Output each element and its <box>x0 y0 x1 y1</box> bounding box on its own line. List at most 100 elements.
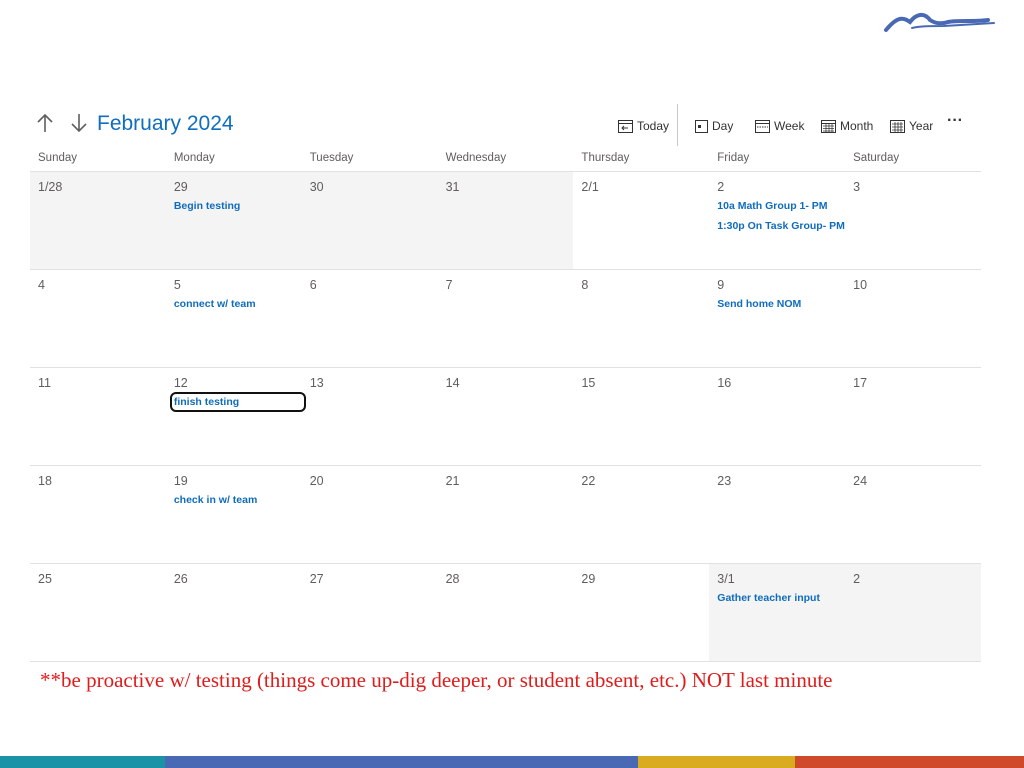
calendar-event[interactable]: Begin testing <box>174 200 302 212</box>
day-cell[interactable]: 18 <box>30 466 166 563</box>
day-cell[interactable]: 27 <box>302 564 438 661</box>
calendar-day-icon <box>695 120 708 133</box>
day-number: 7 <box>445 278 453 292</box>
today-label: Today <box>637 119 670 133</box>
day-cell[interactable]: 29 <box>573 564 709 661</box>
day-number: 31 <box>445 180 460 194</box>
day-of-week-monday: Monday <box>173 152 215 164</box>
month-grid: Sunday Monday Tuesday Wednesday Thursday Frid… <box>30 150 981 662</box>
day-cell[interactable]: 16 <box>709 368 845 465</box>
footer-segment-blue <box>165 756 638 768</box>
week-row: 1/28 29 Begin testing 30 31 2/1 2 10a Math Grou… <box>30 172 981 270</box>
day-number: 5 <box>173 278 181 292</box>
calendar-event[interactable]: connect w/ team <box>174 298 302 310</box>
day-number: 2/1 <box>581 180 599 194</box>
proactive-testing-note: **be proactive w/ testing (things come u… <box>40 668 833 692</box>
weeks-container: 1/28 29 Begin testing 30 31 2/1 2 10a Math Grou… <box>30 172 981 662</box>
today-button[interactable]: Today <box>618 114 669 138</box>
day-cell[interactable]: 3 <box>845 172 981 269</box>
day-cell[interactable]: 26 <box>166 564 302 661</box>
day-view-button[interactable]: Day <box>695 114 733 138</box>
day-cell[interactable]: 14 <box>438 368 574 465</box>
day-cell[interactable]: 4 <box>30 270 166 367</box>
day-number: 25 <box>38 572 52 586</box>
calendar-month-icon <box>821 120 836 133</box>
day-cell[interactable]: 7 <box>438 270 574 367</box>
day-cell[interactable]: 17 <box>845 368 981 465</box>
day-number: 16 <box>717 376 732 390</box>
day-cell[interactable]: 9 Send home NOM <box>709 270 845 367</box>
day-cell[interactable]: 10 <box>845 270 981 367</box>
day-number: 9 <box>717 278 725 292</box>
day-cell[interactable]: 29 Begin testing <box>165 172 302 269</box>
calendar-event[interactable]: 1:30p On Task Group- PM <box>717 220 845 232</box>
day-number: 12 <box>173 376 188 390</box>
day-cell[interactable]: 2 10a Math Group 1- PM 1:30p On Task Group… <box>709 172 845 269</box>
day-of-week-header: Sunday Monday Tuesday Wednesday Thursday Frid… <box>30 150 981 172</box>
month-view-button[interactable]: Month <box>821 114 873 138</box>
day-cell[interactable]: 19 check in w/ team <box>166 466 302 563</box>
calendar-event[interactable]: check in w/ team <box>174 494 302 506</box>
day-cell[interactable]: 8 <box>573 270 709 367</box>
day-cell[interactable]: 13 <box>302 368 438 465</box>
day-number: 28 <box>445 572 460 586</box>
footer-segment-teal <box>0 756 165 768</box>
day-number: 3 <box>853 180 861 194</box>
day-number: 14 <box>445 376 460 390</box>
year-label: Year <box>909 119 934 133</box>
calendar-event[interactable]: finish testing <box>169 392 306 412</box>
day-cell[interactable]: 2 <box>845 564 981 661</box>
week-row: 11 12 finish testing 13 14 15 16 17 <box>30 368 981 466</box>
day-of-week-thursday: Thursday <box>581 152 630 164</box>
week-row: 25 26 27 28 29 3/1 Gather teacher input 2 <box>30 564 981 662</box>
day-cell[interactable]: 23 <box>709 466 845 563</box>
day-number: 3/1 <box>717 572 735 586</box>
day-number: 11 <box>38 376 51 390</box>
calendar-event[interactable]: 10a Math Group 1- PM <box>717 200 845 212</box>
year-view-button[interactable]: Year <box>890 114 933 138</box>
day-cell[interactable]: 25 <box>30 564 166 661</box>
view-toolbar: Today Day Week Month Year <box>0 114 1024 138</box>
day-cell[interactable]: 2/1 <box>573 172 709 269</box>
day-number: 23 <box>717 474 732 488</box>
day-cell[interactable]: 1/28 <box>30 172 166 269</box>
day-number: 15 <box>581 376 596 390</box>
footer-segment-gold <box>638 756 795 768</box>
day-cell[interactable]: 15 <box>573 368 709 465</box>
day-cell[interactable]: 11 <box>30 368 166 465</box>
day-number: 8 <box>581 278 589 292</box>
calendar-event[interactable]: Gather teacher input <box>717 592 845 604</box>
day-number: 27 <box>309 572 324 586</box>
week-row: 18 19 check in w/ team 20 21 22 23 24 <box>30 466 981 564</box>
day-number: 20 <box>309 474 324 488</box>
more-options-button[interactable]: ··· <box>947 113 967 134</box>
day-number: 24 <box>853 474 868 488</box>
day-number: 22 <box>581 474 596 488</box>
day-cell[interactable]: 31 <box>437 172 574 269</box>
day-number: 13 <box>309 376 324 390</box>
calendar-week-icon <box>755 120 770 133</box>
calendar-event[interactable]: Send home NOM <box>717 298 845 310</box>
day-cell[interactable]: 5 connect w/ team <box>166 270 302 367</box>
day-cell[interactable]: 24 <box>845 466 981 563</box>
day-cell[interactable]: 28 <box>438 564 574 661</box>
day-number: 2 <box>853 572 861 586</box>
day-number: 10 <box>853 278 868 292</box>
day-cell[interactable]: 30 <box>301 172 438 269</box>
calendar-year-icon <box>890 120 905 133</box>
day-number: 29 <box>581 572 596 586</box>
month-label: Month <box>840 119 874 133</box>
week-view-button[interactable]: Week <box>755 114 804 138</box>
day-cell[interactable]: 20 <box>302 466 438 563</box>
day-cell[interactable]: 22 <box>573 466 709 563</box>
day-number: 6 <box>309 278 317 292</box>
footer-segment-red <box>795 756 1024 768</box>
day-number: 2 <box>717 180 725 194</box>
day-cell[interactable]: 21 <box>438 466 574 563</box>
day-cell[interactable]: 12 finish testing <box>166 368 306 465</box>
day-cell[interactable]: 3/1 Gather teacher input <box>709 564 846 661</box>
day-label: Day <box>712 119 734 133</box>
day-cell[interactable]: 6 <box>302 270 438 367</box>
toolbar-divider <box>677 104 678 146</box>
week-label: Week <box>774 119 805 133</box>
